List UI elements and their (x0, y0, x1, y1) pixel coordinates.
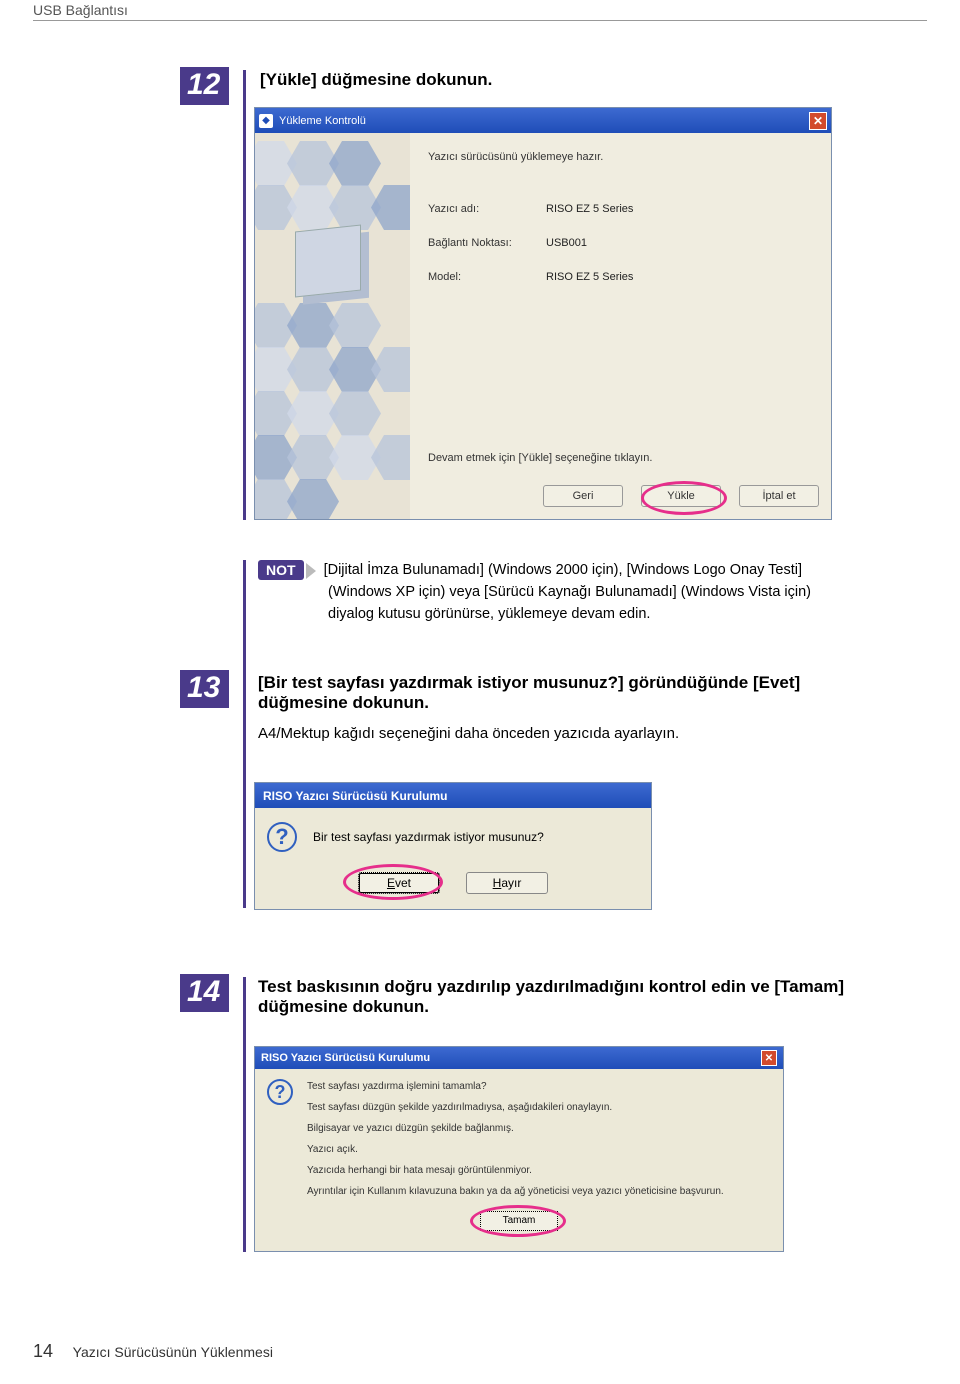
step-12-instruction: [Yükle] düğmesine dokunun. (260, 70, 492, 90)
dialog3-line6: Ayrıntılar için Kullanım kılavuzuna bakı… (307, 1184, 724, 1199)
dialog2-titlebar: RISO Yazıcı Sürücüsü Kurulumu (255, 783, 651, 808)
note-arrow-icon (306, 563, 316, 579)
close-icon[interactable]: ✕ (809, 112, 827, 130)
install-button[interactable]: Yükle (641, 485, 721, 507)
dialog-titlebar: ◆ Yükleme Kontrolü ✕ (255, 108, 831, 133)
port-label: Bağlantı Noktası: (428, 237, 546, 249)
test-page-question: Bir test sayfası yazdırmak istiyor musun… (313, 830, 544, 844)
page-footer: 14 Yazıcı Sürücüsünün Yüklenmesi (33, 1341, 273, 1362)
page-header: USB Bağlantısı (33, 2, 128, 18)
step-divider-14 (243, 977, 246, 1252)
printer-box-icon (295, 225, 361, 298)
cancel-button[interactable]: İptal et (739, 485, 819, 507)
dialog3-line1: Test sayfası yazdırma işlemini tamamla? (307, 1079, 724, 1094)
dialog3-titlebar: RISO Yazıcı Sürücüsü Kurulumu ✕ (255, 1047, 783, 1069)
dialog-content: Yazıcı sürücüsünü yüklemeye hazır. Yazıc… (410, 133, 831, 519)
note-line-3: diyalog kutusu görünürse, yüklemeye deva… (328, 604, 858, 626)
model-label: Model: (428, 271, 546, 283)
dialog3-line5: Yazıcıda herhangi bir hata mesajı görünt… (307, 1163, 724, 1178)
note-line-1: [Dijital İmza Bulunamadı] (Windows 2000 … (324, 562, 802, 578)
dialog-title: Yükleme Kontrolü (279, 115, 366, 127)
step-badge-14: 14 (180, 974, 229, 1012)
dialog2-title: RISO Yazıcı Sürücüsü Kurulumu (263, 789, 447, 803)
step-divider-12 (243, 70, 246, 520)
installer-icon: ◆ (259, 114, 273, 128)
dialog3-line3: Bilgisayar ve yazıcı düzgün şekilde bağl… (307, 1121, 724, 1136)
step-13-subnote: A4/Mektup kağıdı seçeneğini daha önceden… (258, 725, 858, 742)
step-13-instruction: [Bir test sayfası yazdırmak istiyor musu… (258, 673, 858, 713)
back-button[interactable]: Geri (543, 485, 623, 507)
test-page-complete-dialog: RISO Yazıcı Sürücüsü Kurulumu ✕ ? Test s… (254, 1046, 784, 1252)
step-divider-13 (243, 560, 246, 908)
printer-name-value: RISO EZ 5 Series (546, 203, 633, 215)
note-block: NOT [Dijital İmza Bulunamadı] (Windows 20… (258, 560, 858, 625)
dialog-sidebar-art (255, 133, 410, 519)
close-icon[interactable]: ✕ (761, 1050, 777, 1066)
dialog-continue-note: Devam etmek için [Yükle] seçeneğine tıkl… (428, 452, 652, 464)
port-value: USB001 (546, 237, 587, 249)
dialog-ready-text: Yazıcı sürücüsünü yüklemeye hazır. (428, 151, 813, 163)
step-badge-12: 12 (180, 67, 229, 105)
footer-text: Yazıcı Sürücüsünün Yüklenmesi (73, 1344, 273, 1360)
printer-name-label: Yazıcı adı: (428, 203, 546, 215)
test-page-prompt-dialog: RISO Yazıcı Sürücüsü Kurulumu ? Bir test… (254, 782, 652, 910)
question-icon: ? (267, 822, 297, 852)
ok-button[interactable]: Tamam (480, 1211, 558, 1231)
yes-button[interactable]: Evet (358, 872, 440, 894)
step-14-instruction: Test baskısının doğru yazdırılıp yazdırı… (258, 977, 858, 1017)
install-confirmation-dialog: ◆ Yükleme Kontrolü ✕ (254, 107, 832, 520)
page-number: 14 (33, 1341, 53, 1361)
note-line-2: (Windows XP için) veya [Sürücü Kaynağı B… (328, 582, 858, 604)
header-rule (33, 20, 927, 21)
dialog3-line4: Yazıcı açık. (307, 1142, 724, 1157)
dialog3-title: RISO Yazıcı Sürücüsü Kurulumu (261, 1052, 430, 1064)
note-badge: NOT (258, 560, 304, 580)
model-value: RISO EZ 5 Series (546, 271, 633, 283)
dialog3-line2: Test sayfası düzgün şekilde yazdırılmadı… (307, 1100, 724, 1115)
step-badge-13: 13 (180, 670, 229, 708)
question-icon: ? (267, 1079, 293, 1105)
no-button[interactable]: Hayır (466, 872, 548, 894)
